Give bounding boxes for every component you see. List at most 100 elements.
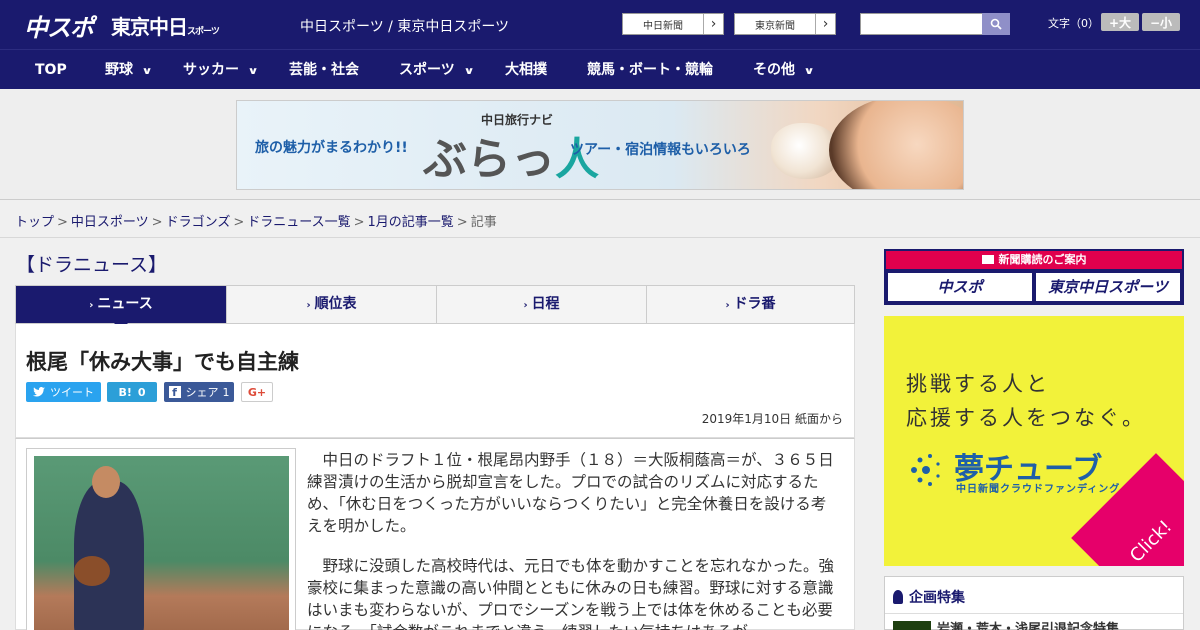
nav-item-racing[interactable]: 競馬・ボート・競輪: [587, 50, 713, 90]
chevron-down-icon: ∨: [803, 66, 815, 77]
feature-heading-text: 企画特集: [909, 590, 965, 606]
nav-item-sumo[interactable]: 大相撲: [505, 50, 547, 90]
chevron-down-icon: ∨: [141, 66, 153, 77]
breadcrumb-dragons[interactable]: ドラゴンズ: [166, 215, 231, 230]
player-head: [92, 466, 120, 498]
main-nav: TOP 野球 ∨ サッカー ∨ 芸能・社会 スポーツ ∨ 大相撲 競馬・ボート・競輪 …: [0, 49, 1200, 89]
nav-label: その他: [753, 62, 795, 78]
tab-dora-ban[interactable]: › ドラ番: [647, 286, 854, 323]
nav-item-entertainment[interactable]: 芸能・社会: [289, 50, 359, 90]
breadcrumb-chunichi-sports[interactable]: 中日スポーツ: [71, 215, 149, 230]
travel-ad-banner[interactable]: 旅の魅力がまるわかり!! 中日旅行ナビ ぶらっ人 ツアー・宿泊情報もいろいろ: [236, 100, 964, 190]
article-paragraph: 中日のドラフト１位・根尾昂内野手（１８）＝大阪桐蔭高＝が、３６５日練習漬けの生活…: [307, 451, 834, 535]
subscription-box: 新聞購読のご案内 中スポ 東京中日スポーツ: [884, 249, 1184, 305]
facebook-icon: f: [168, 386, 181, 399]
nav-item-baseball[interactable]: 野球 ∨: [105, 50, 153, 90]
chunichi-shimbun-link[interactable]: 中日新聞 ›: [622, 13, 724, 35]
font-size-label: 文字（0）: [1048, 17, 1099, 30]
chevron-right-icon: ›: [523, 300, 528, 311]
breadcrumb: トップ > 中日スポーツ > ドラゴンズ > ドラニュース一覧 >1月の記事一覧 > 記事: [15, 211, 497, 230]
ad-line-1: 挑戦する人と: [906, 372, 1050, 396]
subscription-heading-text: 新聞購読のご案内: [998, 253, 1087, 266]
tokyo-logo-text: 東京中日: [111, 15, 188, 39]
nav-label: スポーツ: [399, 62, 455, 78]
tab-standings[interactable]: › 順位表: [227, 286, 437, 323]
yume-tube-ad[interactable]: 挑戦する人と 応援する人をつなぐ。 夢チューブ 中日新聞クラウドファンディング …: [884, 316, 1184, 566]
googleplus-icon: G+: [247, 385, 267, 399]
breadcrumb-january[interactable]: 1月の記事一覧: [368, 215, 454, 230]
breadcrumb-sep: >: [233, 215, 245, 230]
banner-text-right: ツアー・宿泊情報もいろいろ: [570, 142, 751, 158]
tweet-button[interactable]: ツイート: [26, 382, 101, 402]
section-heading: 【ドラニュース】: [16, 254, 168, 276]
feature-thumbnail[interactable]: [893, 621, 931, 630]
tokyo-shimbun-link[interactable]: 東京新聞 ›: [734, 13, 836, 35]
breadcrumb-dora-news[interactable]: ドラニュース一覧: [247, 215, 350, 230]
breadcrumb-sep: >: [456, 215, 468, 230]
tab-label: 日程: [531, 296, 560, 312]
article-photo[interactable]: [34, 456, 289, 630]
font-larger-button[interactable]: +大: [1101, 13, 1139, 31]
site-title: 中日スポーツ / 東京中日スポーツ: [300, 19, 510, 35]
hatena-icon: B!: [118, 385, 132, 399]
subscribe-chunichi-sports-button[interactable]: 中スポ: [888, 273, 1032, 301]
facebook-share-button[interactable]: f シェア 1: [164, 382, 234, 402]
nav-label: TOP: [35, 62, 67, 78]
breadcrumb-top[interactable]: トップ: [15, 215, 54, 230]
chevron-right-icon: ›: [89, 300, 94, 311]
feature-item[interactable]: 岩瀬・荒木・浅尾引退記念特集: [937, 618, 1119, 630]
facebook-count: 1: [222, 385, 230, 399]
article-photo-frame: [26, 448, 296, 630]
hatena-bookmark-button[interactable]: B! 0: [107, 382, 157, 402]
search-button[interactable]: [982, 13, 1010, 35]
tab-schedule[interactable]: › 日程: [437, 286, 647, 323]
ad-line-2: 応援する人をつなぐ。: [906, 406, 1146, 430]
tab-label: ドラ番: [733, 296, 776, 312]
nav-item-sports[interactable]: スポーツ ∨: [399, 50, 474, 90]
search-icon: [990, 18, 1002, 30]
site-header: 中スポ 東京中日スポーツ 中日スポーツ / 東京中日スポーツ 中日新聞 › 東京…: [0, 0, 1200, 49]
article-title: 根尾「休み大事」でも自主練: [26, 350, 299, 374]
tokyo-chunichi-logo[interactable]: 東京中日スポーツ: [111, 11, 220, 40]
nav-label: 競馬・ボート・競輪: [587, 62, 713, 78]
publish-date: 2019年1月10日 紙面から: [701, 412, 843, 426]
tokyo-logo-small: スポーツ: [187, 27, 220, 37]
nav-item-soccer[interactable]: サッカー ∨: [183, 50, 259, 90]
chevron-right-icon: ›: [815, 14, 835, 34]
breadcrumb-current: 記事: [470, 215, 497, 230]
newspaper-icon: [981, 255, 994, 264]
tab-news[interactable]: › ニュース: [16, 286, 227, 330]
baseball-glove: [74, 556, 110, 586]
twitter-icon: [33, 387, 45, 397]
tokyo-shimbun-label: 東京新聞: [755, 20, 795, 32]
chunichi-sports-logo[interactable]: 中スポ: [24, 8, 94, 43]
woman-photo: [829, 101, 963, 189]
nav-label: 芸能・社会: [289, 62, 359, 78]
article-paragraph: 野球に没頭した高校時代は、元日でも体を動かすことを忘れなかった。強豪校に集まった…: [307, 557, 835, 630]
subscription-heading: 新聞購読のご案内: [886, 251, 1182, 269]
banner-text-left: 旅の魅力がまるわかり!!: [255, 140, 408, 156]
player-figure: [74, 481, 144, 630]
chevron-down-icon: ∨: [247, 66, 259, 77]
font-smaller-button[interactable]: −小: [1142, 13, 1180, 31]
googleplus-button[interactable]: G+: [241, 382, 273, 402]
breadcrumb-bar: トップ > 中日スポーツ > ドラゴンズ > ドラニュース一覧 >1月の記事一覧 > 記事: [0, 200, 1200, 238]
nav-item-top[interactable]: TOP: [35, 50, 67, 90]
nav-item-other[interactable]: その他 ∨: [753, 50, 815, 90]
chevron-right-icon: ›: [725, 300, 730, 311]
category-tabs: › ニュース › 順位表 › 日程 › ドラ番: [15, 285, 855, 330]
hatena-count: 0: [137, 385, 146, 399]
yume-tube-dots-icon: [911, 454, 940, 486]
breadcrumb-sep: >: [57, 215, 68, 230]
chevron-right-icon: ›: [703, 14, 723, 34]
chunichi-shimbun-label: 中日新聞: [643, 20, 683, 32]
subscribe-tokyo-chunichi-button[interactable]: 東京中日スポーツ: [1036, 273, 1180, 301]
nav-label: 野球: [105, 62, 133, 78]
search-input[interactable]: [860, 13, 982, 35]
nav-label: 大相撲: [505, 62, 547, 78]
banner-brand-a: ぶらっ: [423, 134, 555, 185]
breadcrumb-sep: >: [151, 215, 163, 230]
tweet-label: ツイート: [50, 386, 94, 399]
feature-box: 企画特集 岩瀬・荒木・浅尾引退記念特集: [884, 576, 1184, 630]
nav-label: サッカー: [183, 62, 239, 78]
